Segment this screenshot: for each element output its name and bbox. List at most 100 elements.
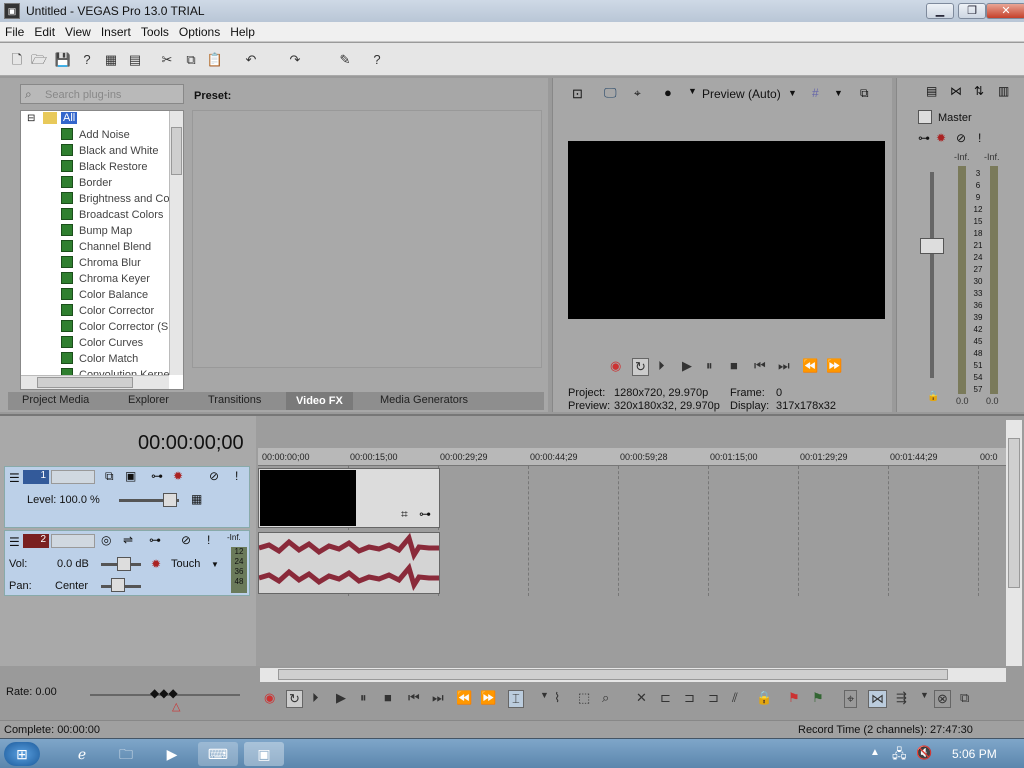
menu-view[interactable]: View bbox=[60, 22, 96, 42]
event-fx-icon[interactable]: ⊶ bbox=[419, 507, 431, 521]
trim-start-icon[interactable]: ⊐ bbox=[684, 690, 695, 706]
save-icon[interactable]: 💾 bbox=[54, 51, 72, 69]
open-icon[interactable]: 🗁 bbox=[30, 51, 48, 69]
audio-event[interactable] bbox=[258, 532, 440, 594]
tl-play-from-start-icon[interactable]: ⏵ bbox=[312, 690, 319, 706]
track-motion-icon[interactable]: ⊶ bbox=[151, 469, 163, 483]
play-icon[interactable]: ▶ bbox=[682, 358, 692, 374]
media-player-icon[interactable]: ▶ bbox=[152, 742, 192, 766]
copy-icon[interactable]: ⧉ bbox=[182, 51, 200, 69]
next-frame-icon[interactable]: ⏩ bbox=[826, 358, 842, 374]
close-button[interactable]: ✕ bbox=[986, 3, 1024, 19]
tab-project-media[interactable]: Project Media bbox=[22, 394, 89, 406]
preview-quality-dropdown[interactable]: Preview (Auto) bbox=[702, 87, 781, 101]
pan-slider-knob[interactable] bbox=[111, 578, 125, 592]
video-mute-icon[interactable]: ⊘ bbox=[209, 469, 219, 483]
collapse-track-icon[interactable]: ☰ bbox=[9, 471, 20, 485]
paste-icon[interactable]: 📋 bbox=[206, 51, 224, 69]
plugin-item[interactable]: Color Corrector bbox=[61, 304, 181, 320]
external-monitor-icon[interactable]: 🖵 bbox=[604, 85, 617, 101]
tl-play-icon[interactable]: ▶ bbox=[336, 690, 346, 706]
make-compositing-child-icon[interactable]: ▣ bbox=[125, 469, 136, 483]
ripple-dropdown-icon[interactable]: ▼ bbox=[920, 690, 929, 700]
overlays-icon[interactable]: ● bbox=[664, 85, 672, 100]
delete-icon[interactable]: ✕ bbox=[636, 690, 647, 706]
tree-vscroll-thumb[interactable] bbox=[171, 127, 182, 175]
split-icon[interactable]: ⫽ bbox=[732, 690, 738, 706]
go-to-end-icon[interactable]: ⏭ bbox=[778, 358, 790, 374]
grid-icon[interactable]: # bbox=[812, 86, 819, 100]
automation-dropdown-icon[interactable]: ▼ bbox=[211, 560, 219, 569]
tl-loop-icon[interactable]: ↻ bbox=[286, 690, 303, 708]
tab-explorer[interactable]: Explorer bbox=[128, 394, 169, 406]
menu-options[interactable]: Options bbox=[174, 22, 225, 42]
insert-region-icon[interactable]: ⚑ bbox=[812, 690, 824, 706]
audio-solo-icon[interactable]: ! bbox=[207, 533, 210, 547]
render-icon[interactable]: ▦ bbox=[102, 51, 120, 69]
video-track-name[interactable] bbox=[51, 470, 95, 484]
pause-icon[interactable]: ⏸ bbox=[706, 358, 713, 374]
tl-next-frame-icon[interactable]: ⏩ bbox=[480, 690, 496, 706]
lock-event-icon[interactable]: 🔒 bbox=[756, 690, 772, 706]
plugin-item[interactable]: Color Match bbox=[61, 352, 181, 368]
properties-icon[interactable]: ▤ bbox=[126, 51, 144, 69]
tray-expand-icon[interactable]: ▲ bbox=[870, 747, 880, 758]
tab-media-generators[interactable]: Media Generators bbox=[380, 394, 468, 406]
volume-icon[interactable]: 🔇 bbox=[916, 745, 932, 761]
master-solo-icon[interactable]: ! bbox=[978, 131, 981, 145]
plugin-item[interactable]: Border bbox=[61, 176, 181, 192]
rate-slider-knob[interactable]: ◆◆◆ bbox=[150, 686, 178, 700]
plugin-item[interactable]: Brightness and Co bbox=[61, 192, 181, 208]
menu-file[interactable]: File bbox=[0, 22, 29, 42]
tl-go-to-start-icon[interactable]: ⏮ bbox=[408, 690, 420, 706]
split-screen-icon[interactable]: ⌖ bbox=[634, 86, 641, 101]
overlays-dropdown-icon[interactable]: ▼ bbox=[688, 86, 697, 96]
fx-bypass-icon[interactable]: ⊶ bbox=[918, 131, 930, 145]
plugin-item[interactable]: Black Restore bbox=[61, 160, 181, 176]
master-mute-icon[interactable]: ⊘ bbox=[956, 131, 966, 145]
video-solo-icon[interactable]: ! bbox=[235, 469, 238, 483]
new-icon[interactable]: 🗋 bbox=[8, 51, 26, 69]
tab-transitions[interactable]: Transitions bbox=[208, 394, 261, 406]
level-slider-knob[interactable] bbox=[163, 493, 177, 507]
start-button[interactable]: ⊞ bbox=[4, 742, 40, 766]
plugin-item[interactable]: Black and White bbox=[61, 144, 181, 160]
dim-output-icon[interactable]: ⇅ bbox=[974, 84, 984, 98]
snapping-icon[interactable]: ⌖ bbox=[844, 690, 858, 708]
zoom-tool-icon[interactable]: ⌕ bbox=[602, 690, 609, 706]
timeline-hscroll-thumb[interactable] bbox=[278, 669, 948, 680]
stop-icon[interactable]: ■ bbox=[730, 358, 738, 373]
automation-icon[interactable]: ✹ bbox=[151, 557, 161, 571]
network-icon[interactable]: 🖧 bbox=[892, 745, 907, 767]
audio-mute-icon[interactable]: ⊘ bbox=[181, 533, 191, 547]
tree-hscrollbar[interactable] bbox=[21, 375, 169, 389]
collapse-audio-track-icon[interactable]: ☰ bbox=[9, 535, 20, 549]
explorer-icon[interactable]: 🗀 bbox=[106, 742, 146, 766]
vol-slider-knob[interactable] bbox=[117, 557, 131, 571]
invert-phase-icon[interactable]: ⇌ bbox=[123, 533, 133, 547]
audio-track-name[interactable] bbox=[51, 534, 95, 548]
auto-crossfade-icon[interactable]: ⋈ bbox=[868, 690, 887, 708]
tab-video-fx[interactable]: Video FX bbox=[286, 392, 353, 410]
go-to-start-icon[interactable]: ⏮ bbox=[754, 358, 766, 374]
mixer-settings-icon[interactable]: ▥ bbox=[998, 84, 1009, 98]
undo-icon[interactable]: ↶ bbox=[242, 51, 260, 69]
tl-previous-frame-icon[interactable]: ⏪ bbox=[456, 690, 472, 706]
audio-fx-icon[interactable]: ⊶ bbox=[149, 533, 161, 547]
copy-snapshot-icon[interactable]: ⧉ bbox=[860, 86, 869, 101]
auto-ripple-icon[interactable]: ⇶ bbox=[896, 690, 907, 706]
master-fx-icon[interactable]: ✹ bbox=[936, 131, 946, 145]
menu-edit[interactable]: Edit bbox=[29, 22, 60, 42]
trim-end-icon[interactable]: ⊐ bbox=[708, 690, 719, 706]
vegas-taskbar-icon[interactable]: ▣ bbox=[244, 742, 284, 766]
selection-tool-icon[interactable]: ⬚ bbox=[578, 690, 590, 706]
ignore-grouping-icon[interactable]: ⧉ bbox=[960, 690, 969, 706]
plugin-item[interactable]: Color Corrector (S bbox=[61, 320, 181, 336]
menu-insert[interactable]: Insert bbox=[96, 22, 136, 42]
maximize-button[interactable]: ❐ bbox=[958, 3, 986, 19]
edit-tool-dropdown-icon[interactable]: ▼ bbox=[540, 690, 549, 700]
downmix-icon[interactable]: ⋈ bbox=[950, 84, 962, 98]
tl-pause-icon[interactable]: ⏸ bbox=[360, 690, 367, 706]
menu-help[interactable]: Help bbox=[225, 22, 260, 42]
tree-root-all[interactable]: All bbox=[61, 112, 78, 124]
